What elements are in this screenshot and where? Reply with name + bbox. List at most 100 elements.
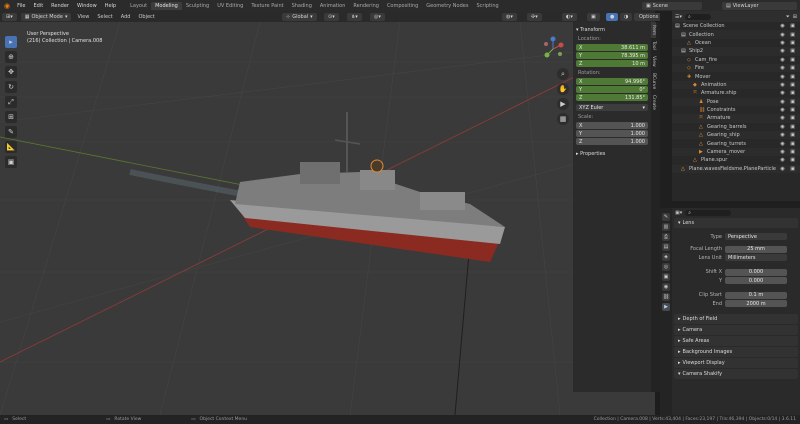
shading-solid-button[interactable]: ● xyxy=(606,12,619,21)
background-images-section[interactable]: ▸ Background Images xyxy=(674,346,798,357)
navigation-gizmo[interactable] xyxy=(540,36,566,62)
location-y-field[interactable]: Y 78.395 m xyxy=(576,52,648,59)
overlay-toggle[interactable]: ◐▾ xyxy=(562,12,577,21)
scene-tab-icon[interactable]: ◈ xyxy=(662,253,670,261)
transform-section-header[interactable]: ▾ Transform xyxy=(576,27,648,33)
search-icon[interactable]: ⌕ xyxy=(685,13,711,20)
camera-section[interactable]: ▸ Camera xyxy=(674,324,798,335)
camera-object[interactable] xyxy=(370,159,384,173)
lens-section-header[interactable]: ▾ Lens xyxy=(674,218,798,228)
viewport-menu-select[interactable]: Select xyxy=(93,14,116,20)
visibility-eye-icon[interactable]: ◉ ▣ xyxy=(780,90,797,96)
outliner-row[interactable]: △ Ocean ◉ ▣ xyxy=(672,39,800,47)
options-button[interactable]: Options xyxy=(635,13,663,21)
visibility-eye-icon[interactable]: ◉ ▣ xyxy=(780,157,797,163)
tool-tab-icon[interactable]: ✎ xyxy=(662,213,670,221)
tab-layout[interactable]: Layout xyxy=(126,2,151,10)
outliner-row[interactable]: ▤ Scene Collection ◉ ▣ xyxy=(672,22,800,30)
outliner-row[interactable]: △ Plane.wavesFieldsme.PlaneParticle ◉ ▣ xyxy=(672,164,800,174)
outliner-row[interactable]: △ Gearing_ship ◉ ▣ xyxy=(672,131,800,140)
tab-sculpting[interactable]: Sculpting xyxy=(182,2,213,10)
tab-compositing[interactable]: Compositing xyxy=(383,2,422,10)
viewport-menu-view[interactable]: View xyxy=(73,14,93,20)
tab-scripting[interactable]: Scripting xyxy=(472,2,502,10)
rotation-y-field[interactable]: Y 0° xyxy=(576,86,648,93)
orientation-selector[interactable]: ⊹ Global ▾ xyxy=(282,12,317,21)
blender-logo-icon[interactable]: ◉ xyxy=(4,2,10,10)
camera-shakify-section[interactable]: ▾ Camera Shakify xyxy=(674,368,798,379)
visibility-eye-icon[interactable]: ◉ ▣ xyxy=(780,132,797,138)
tab-modeling[interactable]: Modeling xyxy=(151,1,182,10)
visibility-eye-icon[interactable]: ◉ ▣ xyxy=(780,141,797,147)
properties-editor-icon[interactable]: ▣▾ xyxy=(675,210,682,216)
tab-animation[interactable]: Animation xyxy=(316,2,350,10)
properties-section-header[interactable]: ▸ Properties xyxy=(576,151,648,157)
focal-length-field[interactable]: 25 mm xyxy=(725,245,787,253)
camera-view-button[interactable]: ▶ xyxy=(557,98,569,110)
visibility-eye-icon[interactable]: ◉ ▣ xyxy=(780,23,797,29)
outliner-editor-icon[interactable]: ☰▾ xyxy=(675,14,682,20)
scale-x-field[interactable]: X 1.000 xyxy=(576,122,648,129)
lens-type-dropdown[interactable]: Perspective xyxy=(725,233,787,241)
render-tab-icon[interactable]: ▥ xyxy=(662,223,670,231)
scale-tool-button[interactable]: ⤢ xyxy=(5,96,17,108)
outliner-row[interactable]: ▤ Collection ◉ ▣ xyxy=(672,30,800,39)
outliner-row[interactable]: ▶ Camera_mover ◉ ▣ xyxy=(672,147,800,157)
lens-unit-dropdown[interactable]: Millimeters xyxy=(725,254,787,262)
editor-type-button[interactable]: ⊞▾ xyxy=(2,12,17,21)
outliner-row[interactable]: △ Gearing_barrels ◉ ▣ xyxy=(672,123,800,131)
visibility-eye-icon[interactable]: ◉ ▣ xyxy=(780,99,797,105)
shading-material-button[interactable]: ◑ xyxy=(620,12,633,21)
tab-view[interactable]: View xyxy=(651,53,656,70)
location-z-field[interactable]: Z 10 m xyxy=(576,60,648,67)
outliner-row[interactable]: ⛓ Constraints ◉ ▣ xyxy=(672,106,800,114)
menu-file[interactable]: File xyxy=(13,3,29,9)
xray-toggle[interactable]: ▣ xyxy=(587,12,600,21)
safe-areas-section[interactable]: ▸ Safe Areas xyxy=(674,335,798,346)
tab-geometry-nodes[interactable]: Geometry Nodes xyxy=(422,2,472,10)
add-cube-tool-button[interactable]: ▣ xyxy=(5,156,17,168)
visibility-eye-icon[interactable]: ◉ ▣ xyxy=(780,82,797,88)
zoom-button[interactable]: ⌕ xyxy=(557,68,569,80)
outliner-row[interactable]: △ Gearing_turrets ◉ ▣ xyxy=(672,139,800,147)
scene-selector[interactable]: ▣ Scene xyxy=(642,1,702,10)
rotation-x-field[interactable]: X 94.996° xyxy=(576,78,648,85)
filter-icon[interactable]: ⏷ xyxy=(786,14,790,20)
output-tab-icon[interactable]: ⎙ xyxy=(662,233,670,241)
outliner-row[interactable]: ◇ Fire ◉ ▣ xyxy=(672,63,800,73)
select-tool-button[interactable]: ▸ xyxy=(5,36,17,48)
rotate-tool-button[interactable]: ↻ xyxy=(5,81,17,93)
visibility-eye-icon[interactable]: ◉ ▣ xyxy=(780,74,797,80)
visibility-button[interactable]: ◍▾ xyxy=(502,12,517,21)
gizmo-toggle[interactable]: ✣▾ xyxy=(527,12,542,21)
view-layer-tab-icon[interactable]: ▤ xyxy=(662,243,670,251)
snap-button[interactable]: ⋔▾ xyxy=(347,12,362,21)
rotation-z-field[interactable]: Z 131.85° xyxy=(576,94,648,101)
visibility-eye-icon[interactable]: ◉ ▣ xyxy=(780,107,797,113)
outliner-row[interactable]: ◇ Cam_fire ◉ ▣ xyxy=(672,56,800,64)
tab-bcurve[interactable]: BCurve xyxy=(651,70,656,92)
visibility-eye-icon[interactable]: ◉ ▣ xyxy=(780,57,797,63)
3d-viewport[interactable]: User Perspective (216) Collection | Came… xyxy=(0,22,655,415)
world-tab-icon[interactable]: ◎ xyxy=(662,263,670,271)
menu-window[interactable]: Window xyxy=(73,3,101,9)
depth-of-field-section[interactable]: ▸ Depth of Field xyxy=(674,313,798,324)
rotation-mode-dropdown[interactable]: XYZ Euler ▾ xyxy=(576,104,648,111)
clip-end-field[interactable]: 2000 m xyxy=(725,300,787,308)
location-x-field[interactable]: X 38.611 m xyxy=(576,44,648,51)
move-tool-button[interactable]: ✥ xyxy=(5,66,17,78)
scale-z-field[interactable]: Z 1.000 xyxy=(576,138,648,145)
visibility-eye-icon[interactable]: ◉ ▣ xyxy=(780,48,797,54)
visibility-eye-icon[interactable]: ◉ ▣ xyxy=(780,65,797,71)
pan-button[interactable]: ✋ xyxy=(557,83,569,95)
visibility-eye-icon[interactable]: ◉ ▣ xyxy=(780,124,797,130)
tab-tool[interactable]: Tool xyxy=(651,38,656,53)
viewport-display-section[interactable]: ▸ Viewport Display xyxy=(674,357,798,368)
viewport-menu-add[interactable]: Add xyxy=(117,14,135,20)
viewport-menu-object[interactable]: Object xyxy=(134,14,158,20)
visibility-eye-icon[interactable]: ◉ ▣ xyxy=(780,40,797,46)
visibility-eye-icon[interactable]: ◉ ▣ xyxy=(780,149,797,155)
tab-uv-editing[interactable]: UV Editing xyxy=(213,2,247,10)
visibility-eye-icon[interactable]: ◉ ▣ xyxy=(780,32,797,38)
scale-y-field[interactable]: Y 1.000 xyxy=(576,130,648,137)
